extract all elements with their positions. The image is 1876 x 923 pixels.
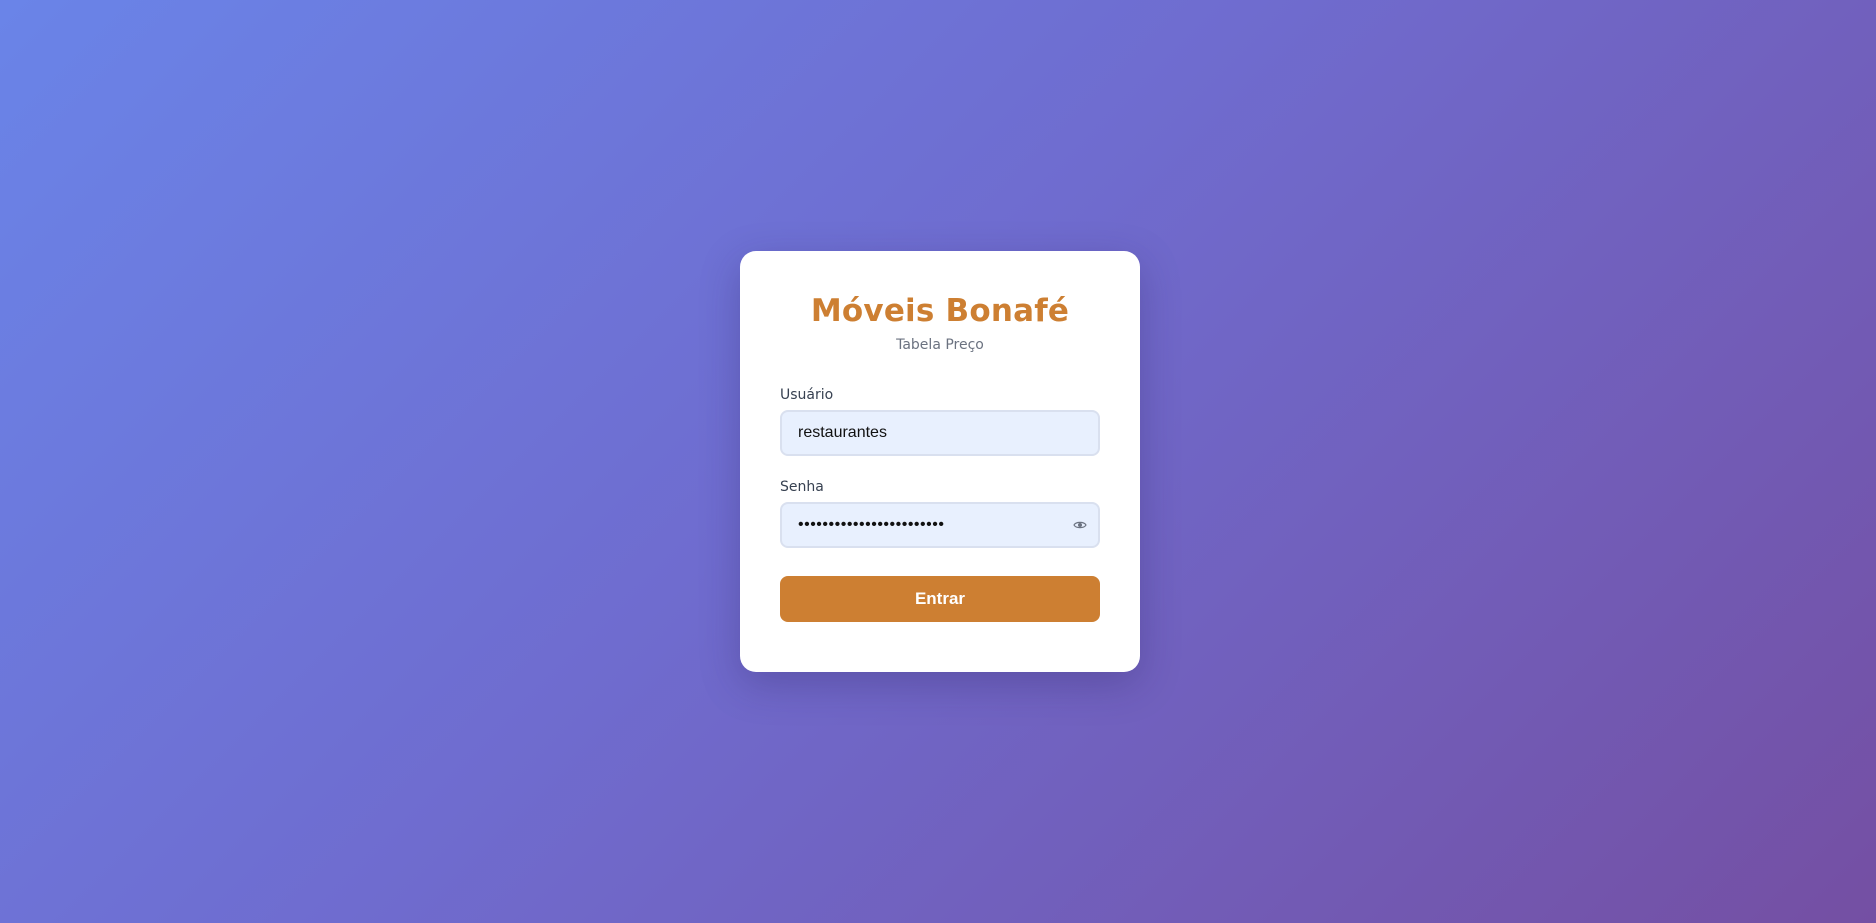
username-label: Usuário [780, 387, 834, 404]
brand-title: Móveis Bonafé [810, 293, 1070, 329]
page-subtitle: Tabela Preço [896, 337, 984, 354]
password-input-wrapper [780, 502, 1100, 549]
username-input-wrapper [780, 410, 1100, 457]
username-input[interactable] [780, 410, 1100, 457]
username-group: Usuário [780, 386, 1100, 457]
login-card: Móveis Bonafé Tabela Preço Usuário Senha… [740, 251, 1140, 672]
password-input[interactable] [780, 502, 1100, 549]
login-button[interactable]: Entrar [780, 576, 1100, 623]
password-label: Senha [780, 479, 824, 496]
password-group: Senha [780, 478, 1100, 549]
eye-icon[interactable] [1072, 517, 1088, 533]
